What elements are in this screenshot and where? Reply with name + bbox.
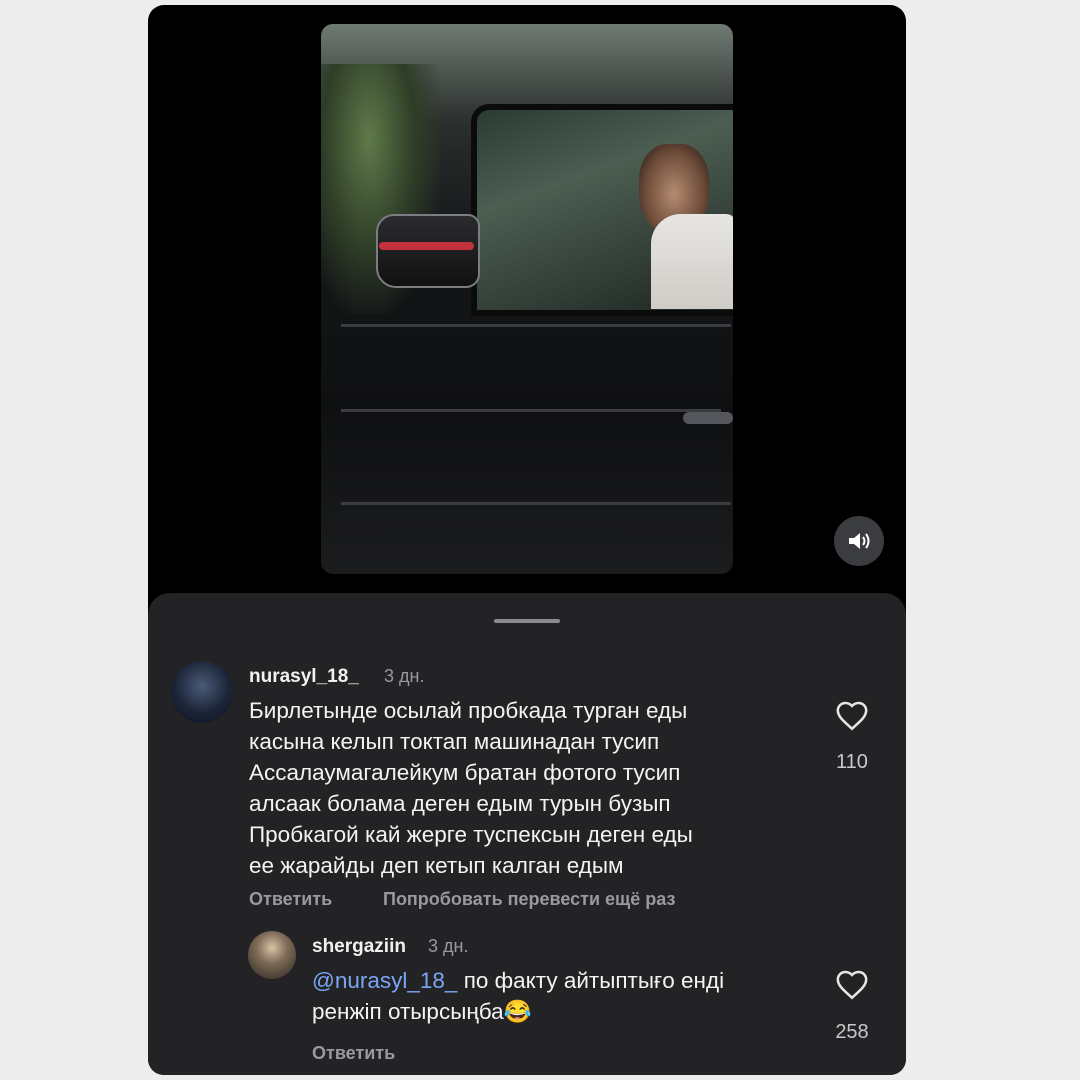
sound-toggle-button[interactable] bbox=[834, 516, 884, 566]
comment-username[interactable]: shergaziin bbox=[312, 936, 406, 958]
comment-text-line: по факту айтыптығо енді bbox=[457, 968, 725, 993]
heart-icon[interactable] bbox=[835, 968, 869, 1002]
comment-text: @nurasyl_18_ по факту айтыптығо енді рен… bbox=[312, 965, 724, 1027]
comments-sheet: nurasyl_18_ 3 дн. Бирлетынде осылай проб… bbox=[148, 593, 906, 1075]
avatar[interactable] bbox=[248, 931, 296, 979]
video-side-mirror bbox=[376, 214, 480, 288]
video-player[interactable] bbox=[321, 24, 733, 574]
comment-text: Бирлетынде осылай пробкада турган еды ка… bbox=[249, 698, 693, 878]
reply-button[interactable]: Ответить bbox=[312, 1043, 395, 1064]
volume-icon bbox=[849, 533, 870, 549]
reply-button[interactable]: Ответить bbox=[249, 889, 332, 910]
post-viewer: nurasyl_18_ 3 дн. Бирлетынде осылай проб… bbox=[148, 5, 906, 1075]
video-person-shirt bbox=[651, 214, 733, 309]
video-mirror-light bbox=[379, 242, 474, 250]
like-count: 110 bbox=[836, 751, 868, 773]
comment-time: 3 дн. bbox=[428, 936, 469, 956]
mention-link[interactable]: @nurasyl_18_ bbox=[312, 968, 457, 993]
avatar[interactable] bbox=[171, 661, 233, 723]
sheet-grabber[interactable] bbox=[494, 619, 560, 623]
video-door-line bbox=[341, 324, 731, 327]
translate-button[interactable]: Попробовать перевести ещё раз bbox=[383, 889, 675, 910]
video-door-line bbox=[341, 409, 721, 412]
video-door-line bbox=[341, 502, 731, 505]
like-count: 258 bbox=[835, 1021, 869, 1043]
heart-icon[interactable] bbox=[835, 699, 869, 733]
comment-username[interactable]: nurasyl_18_ bbox=[249, 666, 359, 688]
video-door-handle bbox=[683, 412, 733, 424]
comment-time: 3 дн. bbox=[384, 666, 425, 686]
comment-text-line: ренжіп отырсыңба😂 bbox=[312, 999, 532, 1024]
